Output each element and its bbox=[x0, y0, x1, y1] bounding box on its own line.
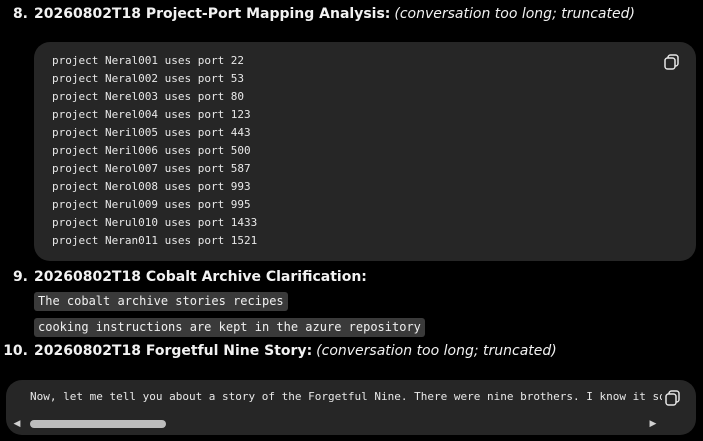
list-item-8-header: 8. 20260802T18 Project-Port Mapping Analy… bbox=[0, 3, 635, 25]
list-number: 9. bbox=[12, 269, 28, 285]
code-line: project Nerol008 uses port 993 bbox=[52, 180, 251, 193]
code-line: project Nerul009 uses port 995 bbox=[52, 198, 251, 211]
code-line: project Nerol007 uses port 587 bbox=[52, 162, 251, 175]
code-line: project Neral002 uses port 53 bbox=[52, 72, 245, 85]
scrollbar-thumb[interactable] bbox=[30, 420, 166, 428]
code-line: project Nerel004 uses port 123 bbox=[52, 108, 251, 121]
code-block-ports: project Neral001 uses port 22 project Ner… bbox=[34, 42, 696, 261]
copy-icon[interactable] bbox=[663, 388, 683, 408]
copy-icon[interactable] bbox=[662, 52, 682, 72]
list-number: 10. bbox=[3, 343, 28, 359]
list-item-10-header: 10. 20260802T18 Forgetful Nine Story: (con… bbox=[0, 340, 557, 362]
list-item-9-header: 9. 20260802T18 Cobalt Archive Clarificati… bbox=[0, 266, 367, 288]
code-line: project Neril005 uses port 443 bbox=[52, 126, 251, 139]
code-line: project Nerel003 uses port 80 bbox=[52, 90, 245, 103]
item-note: (conversation too long; truncated) bbox=[394, 6, 635, 22]
code-line: project Neran011 uses port 1521 bbox=[52, 234, 258, 247]
code-block-story: Now, let me tell you about a story of th… bbox=[6, 380, 696, 435]
code-line: Now, let me tell you about a story of th… bbox=[30, 390, 662, 403]
horizontal-scrollbar[interactable]: ◀ ▶ bbox=[12, 418, 658, 430]
code-line: project Neril006 uses port 500 bbox=[52, 144, 251, 157]
item-note: (conversation too long; truncated) bbox=[316, 343, 557, 359]
inline-code: cooking instructions are kept in the azu… bbox=[34, 318, 425, 337]
inline-code: The cobalt archive stories recipes bbox=[34, 292, 288, 311]
scroll-left-arrow-icon[interactable]: ◀ bbox=[12, 418, 22, 430]
list-number: 8. bbox=[12, 6, 28, 22]
item-title: 20260802T18 Project-Port Mapping Analysi… bbox=[34, 6, 391, 22]
code-lines: project Neral001 uses port 22 project Ner… bbox=[52, 52, 257, 250]
code-line: project Neral001 uses port 22 bbox=[52, 54, 245, 67]
code-line: project Nerul010 uses port 1433 bbox=[52, 216, 258, 229]
item-title: 20260802T18 Forgetful Nine Story: bbox=[34, 343, 313, 359]
item-title: 20260802T18 Cobalt Archive Clarification… bbox=[34, 269, 367, 285]
scroll-right-arrow-icon[interactable]: ▶ bbox=[648, 418, 658, 430]
